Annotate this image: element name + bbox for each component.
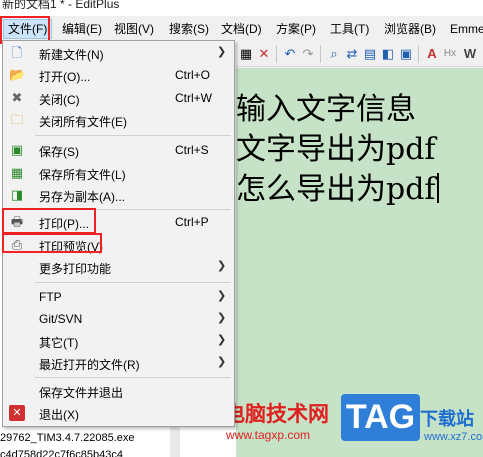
toolbar-separator	[320, 45, 321, 63]
menu-item-ftp[interactable]: FTP ❯	[3, 286, 234, 308]
file-list-item[interactable]: c4d758d22c7f6c85b43c4	[0, 449, 123, 457]
close-all-icon: 🗀	[10, 112, 24, 127]
menu-document[interactable]: 文档(D)	[221, 20, 262, 38]
window-title: 新的文档1 * - EditPlus	[2, 0, 120, 11]
undo-icon[interactable]: ↶	[282, 46, 298, 62]
watermark-tag-logo: TAG	[341, 394, 420, 441]
new-file-icon: 🗋	[11, 45, 23, 60]
menu-separator	[35, 135, 231, 136]
hex-icon[interactable]: Hx	[442, 46, 458, 62]
menu-item-other[interactable]: 其它(T) ❯	[3, 330, 234, 352]
word-wrap-icon[interactable]: ▦	[238, 46, 254, 62]
exit-icon: ✕	[9, 405, 25, 421]
toolbar-separator	[276, 45, 277, 63]
menu-edit[interactable]: 编辑(E)	[62, 20, 102, 38]
editor-line: 输入文字信息	[236, 92, 416, 127]
menu-scheme[interactable]: 方案(P)	[276, 20, 316, 38]
font-icon[interactable]: A	[424, 46, 440, 62]
delete-icon[interactable]: ✕	[256, 46, 272, 62]
bookmark-icon[interactable]: ▣	[398, 46, 414, 62]
close-icon: ✖	[11, 90, 23, 105]
wrap-icon[interactable]: W	[462, 46, 478, 62]
highlight-box-print-preview	[2, 233, 102, 253]
menu-item-recent-files[interactable]: 最近打开的文件(R) ❯	[3, 352, 234, 374]
watermark-download-site: 下载站	[420, 409, 474, 429]
menu-item-more-print[interactable]: 更多打印功能 ❯	[3, 256, 234, 278]
watermark-site-name: 电脑技术网	[224, 402, 329, 426]
menu-item-close[interactable]: ✖ 关闭(C) Ctrl+W	[3, 87, 234, 109]
title-bar: 新的文档1 * - EditPlus	[0, 0, 483, 16]
menu-item-save-all[interactable]: ▦ 保存所有文件(L)	[3, 162, 234, 184]
menu-item-new-file[interactable]: 🗋 新建文件(N) ❯	[3, 42, 234, 64]
menu-item-exit[interactable]: ✕ 退出(X)	[3, 402, 234, 424]
menu-separator	[35, 377, 231, 378]
menu-item-open[interactable]: 📂 打开(O)... Ctrl+O	[3, 64, 234, 86]
submenu-arrow-icon: ❯	[217, 334, 227, 346]
menu-item-save-and-exit[interactable]: 保存文件并退出	[3, 380, 234, 402]
editor-line: 文字导出为pdf	[236, 132, 436, 167]
menu-item-save-copy[interactable]: ◨ 另存为副本(A)...	[3, 184, 234, 206]
save-copy-icon: ◨	[10, 187, 24, 202]
menu-view[interactable]: 视图(V)	[114, 20, 154, 38]
menu-item-save[interactable]: ▣ 保存(S) Ctrl+S	[3, 139, 234, 161]
submenu-arrow-icon: ❯	[217, 312, 227, 324]
replace-icon[interactable]: ⇄	[344, 46, 360, 62]
save-icon: ▣	[10, 142, 24, 157]
folder-open-icon: 📂	[9, 67, 26, 82]
submenu-arrow-icon: ❯	[217, 46, 227, 58]
highlight-box-print	[2, 208, 96, 234]
toolbar-separator	[418, 45, 419, 63]
save-all-icon: ▦	[10, 165, 24, 180]
goto-icon[interactable]: ◧	[380, 46, 396, 62]
menu-tools[interactable]: 工具(T)	[330, 20, 369, 38]
editor-line: 怎么导出为pdf	[236, 172, 439, 208]
watermark-url: www.tagxp.com	[226, 428, 311, 442]
submenu-arrow-icon: ❯	[217, 356, 227, 368]
menu-emmet[interactable]: Emme	[450, 20, 483, 38]
menu-search[interactable]: 搜索(S)	[169, 20, 209, 38]
redo-icon[interactable]: ↷	[300, 46, 316, 62]
toolbar: ▦ ✕ ↶ ↷ ⌕ ⇄ ▤ ◧ ▣ A Hx W	[236, 40, 483, 67]
menu-bar: 文件(F) 编辑(E) 视图(V) 搜索(S) 文档(D) 方案(P) 工具(T…	[0, 16, 483, 40]
find-in-files-icon[interactable]: ▤	[362, 46, 378, 62]
text-caret	[436, 173, 439, 203]
menu-item-git-svn[interactable]: Git/SVN ❯	[3, 308, 234, 330]
submenu-arrow-icon: ❯	[217, 290, 227, 302]
find-icon[interactable]: ⌕	[326, 46, 342, 62]
menu-item-close-all[interactable]: 🗀 关闭所有文件(E)	[3, 109, 234, 131]
submenu-arrow-icon: ❯	[217, 260, 227, 272]
menu-separator	[35, 282, 231, 283]
menu-browser[interactable]: 浏览器(B)	[384, 20, 436, 38]
file-list-item[interactable]: 29762_TIM3.4.7.22085.exe	[0, 432, 135, 444]
watermark-download-url: www.xz7.com	[424, 431, 483, 443]
